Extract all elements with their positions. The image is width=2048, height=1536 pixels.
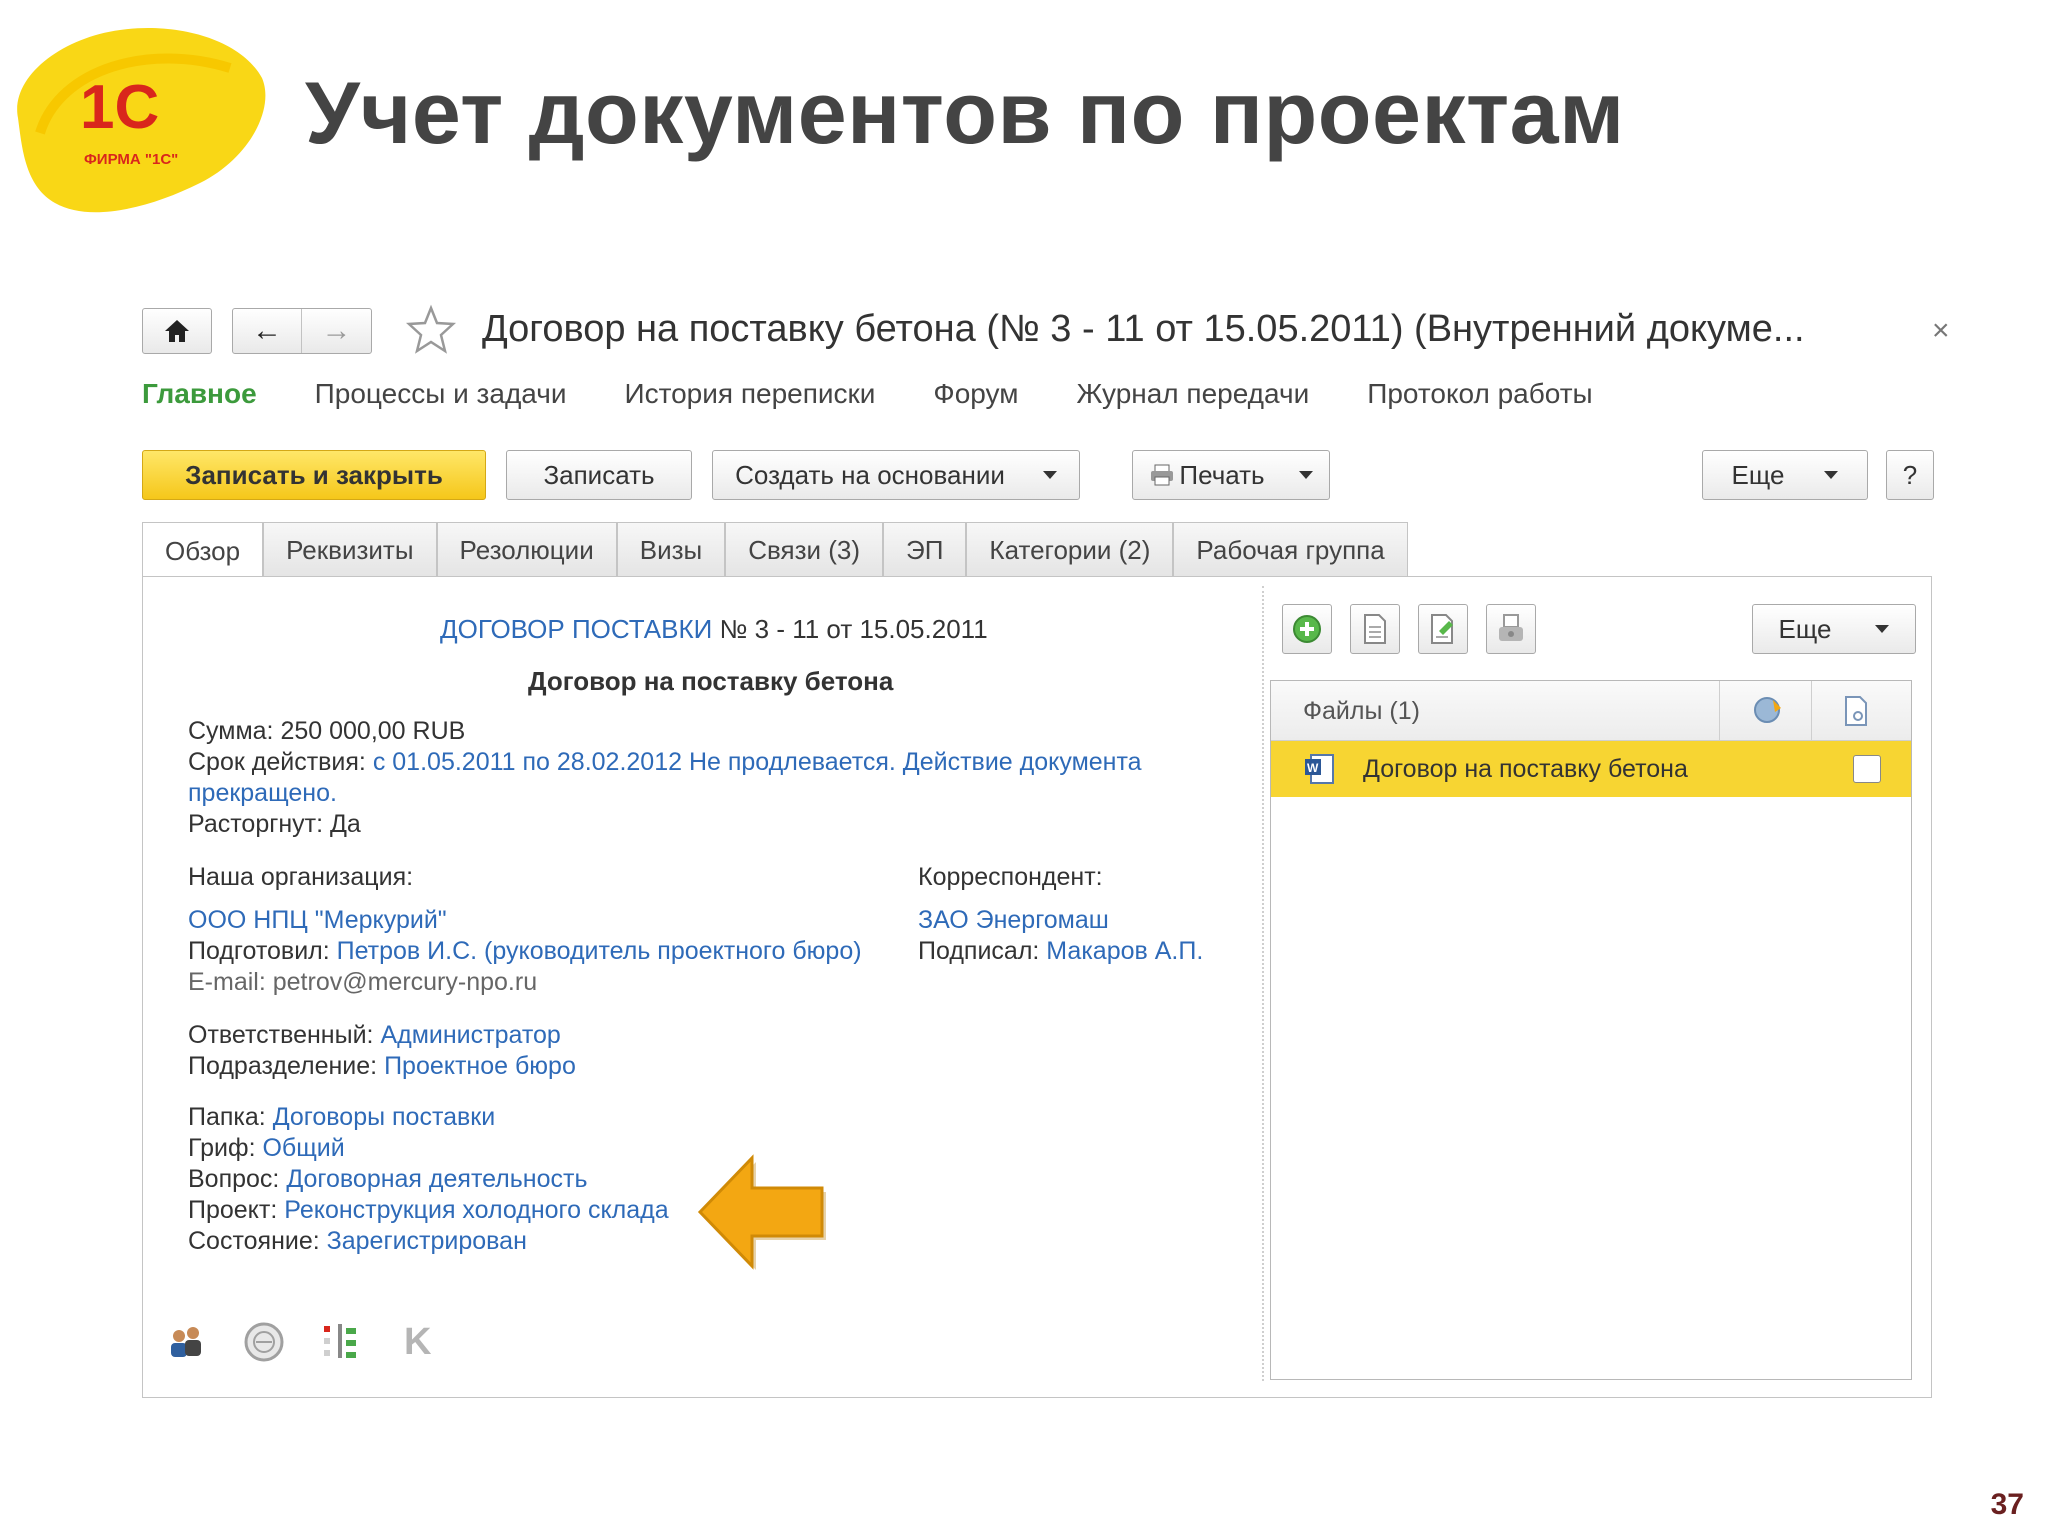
section-tab-forum[interactable]: Форум — [933, 378, 1018, 410]
responsible-link[interactable]: Администратор — [374, 1021, 560, 1049]
correspondent-link[interactable]: ЗАО Энергомаш — [918, 906, 1109, 934]
document-summary: Сумма: 250 000,00 RUB Срок действия: с 0… — [188, 717, 1142, 838]
stamp-link[interactable]: Общий — [256, 1134, 344, 1162]
detail-tabs: Обзор Реквизиты Резолюции Визы Связи (3)… — [142, 522, 1408, 580]
tab-overview[interactable]: Обзор — [142, 522, 264, 580]
question-link[interactable]: Договорная деятельность — [279, 1165, 587, 1193]
document-icon — [1364, 614, 1386, 644]
chevron-down-icon — [1875, 625, 1890, 633]
section-tab-transfer-log[interactable]: Журнал передачи — [1076, 378, 1309, 410]
printer-icon — [1151, 464, 1174, 486]
document-type-link[interactable]: ДОГОВОР ПОСТАВКИ — [440, 614, 712, 644]
slide-title: Учет документов по проектам — [305, 63, 1625, 162]
logo-1c: 1С ФИРМА "1С" — [17, 28, 266, 213]
close-icon[interactable]: × — [1932, 314, 1950, 348]
file-checkbox[interactable] — [1853, 755, 1881, 783]
section-tab-work-log[interactable]: Протокол работы — [1367, 378, 1592, 410]
print-dropdown[interactable]: Печать — [1132, 450, 1330, 500]
window-title: Договор на поставку бетона (№ 3 - 11 от … — [482, 308, 1805, 350]
document-heading: ДОГОВОР ПОСТАВКИ № 3 - 11 от 15.05.2011 — [440, 614, 988, 644]
arrow-right-icon: → — [321, 314, 352, 347]
favorite-star-icon[interactable] — [405, 304, 457, 356]
classification-block: Папка: Договоры поставки Гриф: Общий Воп… — [188, 1103, 669, 1255]
traffic-light-icon[interactable] — [320, 1320, 364, 1364]
document-edit-icon — [1431, 614, 1453, 644]
home-button[interactable] — [142, 308, 212, 354]
k-icon[interactable]: K — [404, 1320, 448, 1364]
our-organization-block: Наша организация: ООО НПЦ "Меркурий" Под… — [188, 863, 862, 996]
section-tab-correspondence[interactable]: История переписки — [624, 378, 875, 410]
validity-link[interactable]: с 01.05.2011 по 28.02.2012 Не продлевает… — [366, 748, 1142, 776]
save-and-close-button[interactable]: Записать и закрыть — [142, 450, 486, 500]
correspondent-block: Корреспондент: ЗАО Энергомаш Подписал: М… — [918, 863, 1204, 965]
section-tab-processes[interactable]: Процессы и задачи — [315, 378, 567, 410]
document-title: Договор на поставку бетона — [528, 666, 894, 696]
files-column-header[interactable]: Файлы (1) — [1303, 681, 1420, 741]
arrow-left-highlight-icon — [697, 1154, 826, 1270]
scanner-icon — [1499, 614, 1523, 641]
stamp-seal-icon[interactable] — [242, 1320, 286, 1364]
tab-categories[interactable]: Категории (2) — [966, 522, 1174, 578]
chevron-down-icon — [1298, 471, 1313, 479]
back-button[interactable]: ← — [233, 309, 302, 353]
chevron-down-icon — [1042, 471, 1057, 479]
files-table: Файлы (1) W Договор на поставку бетона — [1270, 680, 1912, 1380]
state-link[interactable]: Зарегистрирован — [320, 1227, 527, 1255]
department-link[interactable]: Проектное бюро — [377, 1052, 576, 1080]
svg-text:W: W — [1307, 761, 1319, 775]
edit-file-button[interactable] — [1418, 604, 1468, 654]
document-settings-icon — [1845, 696, 1867, 726]
create-based-on-dropdown[interactable]: Создать на основании — [712, 450, 1080, 500]
slide-number: 37 — [1990, 1488, 2024, 1521]
responsible-block: Ответственный: Администратор Подразделен… — [188, 1021, 576, 1080]
files-table-header: Файлы (1) — [1271, 681, 1911, 741]
section-tabs: Главное Процессы и задачи История перепи… — [142, 378, 1651, 410]
encrypted-column-header[interactable] — [1843, 681, 1871, 741]
signed-by-link[interactable]: Макаров А.П. — [1039, 937, 1203, 965]
svg-text:1С: 1С — [80, 73, 159, 142]
email-value: petrov@mercury-npo.ru — [265, 968, 538, 996]
tab-visas[interactable]: Визы — [616, 522, 726, 578]
arrow-left-icon: ← — [252, 314, 282, 347]
sum-value: 250 000,00 RUB — [273, 717, 466, 745]
terminated-value: Да — [323, 810, 361, 838]
scan-file-button[interactable] — [1486, 604, 1536, 654]
section-tab-main[interactable]: Главное — [142, 378, 257, 410]
forward-button[interactable]: → — [302, 309, 371, 353]
help-button[interactable]: ? — [1886, 450, 1934, 500]
open-file-button[interactable] — [1350, 604, 1400, 654]
panel-divider[interactable] — [1262, 586, 1264, 1381]
file-name: Договор на поставку бетона — [1363, 754, 1688, 783]
project-link[interactable]: Реконструкция холодного склада — [277, 1196, 668, 1224]
chevron-down-icon — [1824, 471, 1839, 479]
tab-digital-signature[interactable]: ЭП — [883, 522, 967, 578]
prepared-by-link[interactable]: Петров И.С. (руководитель проектного бюр… — [330, 937, 862, 965]
more-dropdown[interactable]: Еще — [1702, 450, 1868, 500]
home-icon — [165, 320, 189, 342]
users-icon[interactable] — [164, 1320, 208, 1364]
add-file-button[interactable] — [1282, 604, 1332, 654]
word-document-icon: W — [1305, 754, 1334, 784]
tab-work-group[interactable]: Рабочая группа — [1173, 522, 1408, 578]
add-icon — [1293, 615, 1321, 643]
our-org-link[interactable]: ООО НПЦ "Меркурий" — [188, 906, 447, 934]
validity-link-cont[interactable]: прекращено. — [188, 779, 337, 807]
signature-seal-icon — [1754, 697, 1781, 723]
files-more-dropdown[interactable]: Еще — [1752, 604, 1916, 654]
tab-resolutions[interactable]: Резолюции — [436, 522, 617, 578]
tab-links[interactable]: Связи (3) — [725, 522, 884, 578]
table-row[interactable]: W Договор на поставку бетона — [1271, 741, 1911, 797]
save-button[interactable]: Записать — [506, 450, 692, 500]
folder-link[interactable]: Договоры поставки — [266, 1103, 496, 1131]
navigation-buttons: ← → — [232, 308, 372, 354]
signature-column-header[interactable] — [1751, 681, 1785, 741]
tab-requisites[interactable]: Реквизиты — [263, 522, 437, 578]
svg-text:ФИРМА "1С": ФИРМА "1С" — [84, 151, 178, 168]
